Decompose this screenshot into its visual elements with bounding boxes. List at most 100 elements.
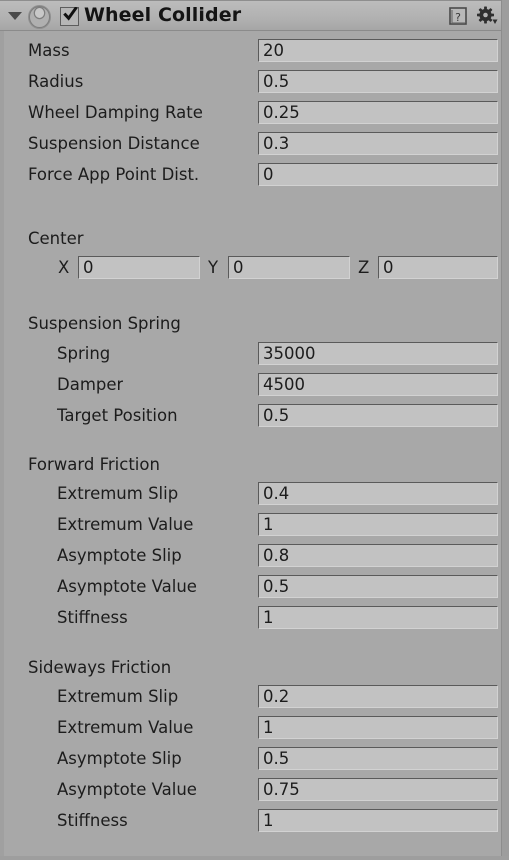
row-mass: Mass 20 — [0, 38, 509, 65]
row-sideways-stiffness: Stiffness 1 — [0, 808, 509, 835]
value-forward-asymptote-value: 0.5 — [263, 577, 290, 596]
component-header[interactable]: Wheel Collider ? — [0, 0, 509, 31]
label-forward-stiffness: Stiffness — [57, 608, 128, 627]
label-center-y: Y — [208, 258, 219, 277]
page-title: Wheel Collider — [84, 4, 242, 26]
value-damper: 4500 — [263, 375, 305, 394]
field-center-x[interactable]: 0 — [78, 256, 200, 279]
value-forward-asymptote-slip: 0.8 — [263, 546, 290, 565]
field-sideways-extremum-value[interactable]: 1 — [258, 716, 498, 739]
value-sideways-asymptote-slip: 0.5 — [263, 749, 290, 768]
row-wheel-damping-rate: Wheel Damping Rate 0.25 — [0, 100, 509, 127]
field-forward-asymptote-value[interactable]: 0.5 — [258, 575, 498, 598]
value-center-z: 0 — [383, 258, 394, 277]
label-center: Center — [28, 229, 84, 248]
row-sideways-extremum-value: Extremum Value 1 — [0, 715, 509, 742]
row-target-position: Target Position 0.5 — [0, 403, 509, 430]
label-sideways-friction: Sideways Friction — [28, 658, 172, 677]
field-sideways-asymptote-slip[interactable]: 0.5 — [258, 747, 498, 770]
field-forward-stiffness[interactable]: 1 — [258, 606, 498, 629]
value-forward-extremum-value: 1 — [263, 515, 274, 534]
label-mass: Mass — [28, 41, 70, 60]
panel-bottom-edge — [0, 856, 509, 860]
svg-text:?: ? — [455, 11, 461, 24]
label-forward-asymptote-value: Asymptote Value — [57, 577, 197, 596]
field-forward-asymptote-slip[interactable]: 0.8 — [258, 544, 498, 567]
row-spring: Spring 35000 — [0, 341, 509, 368]
label-radius: Radius — [28, 72, 84, 91]
field-damper[interactable]: 4500 — [258, 373, 498, 396]
sideways-friction-group-header: Sideways Friction — [0, 655, 509, 682]
value-sideways-asymptote-value: 0.75 — [263, 780, 300, 799]
wheel-collider-inspector-panel: Wheel Collider ? Mass 20 Radius 0.5 Whee… — [0, 0, 509, 860]
field-wheel-damping-rate[interactable]: 0.25 — [258, 101, 498, 124]
enabled-checkbox[interactable] — [60, 7, 79, 26]
wheel-collider-icon — [28, 5, 51, 29]
label-forward-extremum-slip: Extremum Slip — [57, 484, 179, 503]
field-forward-extremum-slip[interactable]: 0.4 — [258, 482, 498, 505]
field-sideways-stiffness[interactable]: 1 — [258, 809, 498, 832]
value-mass: 20 — [263, 41, 284, 60]
row-forward-stiffness: Stiffness 1 — [0, 605, 509, 632]
value-sideways-extremum-value: 1 — [263, 718, 274, 737]
value-forward-extremum-slip: 0.4 — [263, 484, 290, 503]
field-center-y[interactable]: 0 — [228, 256, 350, 279]
help-book-icon[interactable]: ? — [448, 6, 469, 27]
forward-friction-group-header: Forward Friction — [0, 452, 509, 479]
row-force-app-point-distance: Force App Point Dist. 0 — [0, 162, 509, 189]
panel-scrollbar-groove[interactable] — [501, 0, 509, 860]
field-sideways-asymptote-value[interactable]: 0.75 — [258, 778, 498, 801]
triangle-down-icon[interactable] — [8, 12, 22, 20]
row-forward-extremum-slip: Extremum Slip 0.4 — [0, 481, 509, 508]
label-forward-friction: Forward Friction — [28, 455, 160, 474]
value-forward-stiffness: 1 — [263, 608, 274, 627]
label-forward-extremum-value: Extremum Value — [57, 515, 194, 534]
row-damper: Damper 4500 — [0, 372, 509, 399]
field-mass[interactable]: 20 — [258, 39, 498, 62]
label-center-x: X — [58, 258, 70, 277]
label-wheel-damping-rate: Wheel Damping Rate — [28, 103, 203, 122]
value-wheel-damping-rate: 0.25 — [263, 103, 300, 122]
value-spring: 35000 — [263, 344, 316, 363]
value-target-position: 0.5 — [263, 406, 290, 425]
value-force-app-point-distance: 0 — [263, 165, 274, 184]
suspension-spring-group-header: Suspension Spring — [0, 311, 509, 338]
row-sideways-asymptote-value: Asymptote Value 0.75 — [0, 777, 509, 804]
value-center-y: 0 — [233, 258, 244, 277]
row-sideways-extremum-slip: Extremum Slip 0.2 — [0, 684, 509, 711]
row-forward-extremum-value: Extremum Value 1 — [0, 512, 509, 539]
label-suspension-spring: Suspension Spring — [28, 314, 181, 333]
gear-dropdown-icon[interactable] — [476, 6, 500, 27]
field-force-app-point-distance[interactable]: 0 — [258, 163, 498, 186]
label-damper: Damper — [57, 375, 124, 394]
field-center-z[interactable]: 0 — [378, 256, 498, 279]
label-center-z: Z — [358, 258, 370, 277]
center-vector-row: X 0 Y 0 Z 0 — [0, 255, 509, 282]
field-spring[interactable]: 35000 — [258, 342, 498, 365]
label-sideways-extremum-slip: Extremum Slip — [57, 687, 179, 706]
value-sideways-stiffness: 1 — [263, 811, 274, 830]
row-radius: Radius 0.5 — [0, 69, 509, 96]
label-force-app-point-distance: Force App Point Dist. — [28, 165, 200, 184]
label-sideways-asymptote-value: Asymptote Value — [57, 780, 197, 799]
field-forward-extremum-value[interactable]: 1 — [258, 513, 498, 536]
value-suspension-distance: 0.3 — [263, 134, 290, 153]
row-forward-asymptote-value: Asymptote Value 0.5 — [0, 574, 509, 601]
field-suspension-distance[interactable]: 0.3 — [258, 132, 498, 155]
row-forward-asymptote-slip: Asymptote Slip 0.8 — [0, 543, 509, 570]
value-radius: 0.5 — [263, 72, 290, 91]
label-suspension-distance: Suspension Distance — [28, 134, 200, 153]
label-forward-asymptote-slip: Asymptote Slip — [57, 546, 182, 565]
label-sideways-asymptote-slip: Asymptote Slip — [57, 749, 182, 768]
center-group-header: Center — [0, 226, 509, 253]
row-sideways-asymptote-slip: Asymptote Slip 0.5 — [0, 746, 509, 773]
label-spring: Spring — [57, 344, 111, 363]
field-sideways-extremum-slip[interactable]: 0.2 — [258, 685, 498, 708]
field-target-position[interactable]: 0.5 — [258, 404, 498, 427]
checkbox-checked-icon — [63, 7, 78, 21]
value-sideways-extremum-slip: 0.2 — [263, 687, 290, 706]
value-center-x: 0 — [83, 258, 94, 277]
label-target-position: Target Position — [57, 406, 178, 425]
field-radius[interactable]: 0.5 — [258, 70, 498, 93]
row-suspension-distance: Suspension Distance 0.3 — [0, 131, 509, 158]
